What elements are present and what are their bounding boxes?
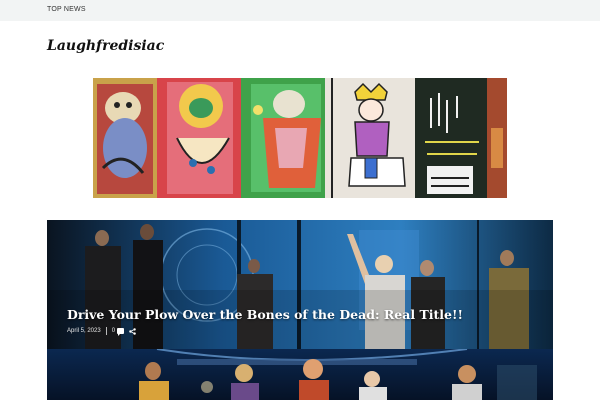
meta-divider (105, 327, 107, 335)
post-date: April 5, 2023 (67, 328, 101, 334)
site-title[interactable]: Laughfredisiac (47, 38, 164, 54)
top-bar: TOP NEWS (0, 0, 600, 21)
featured-post-card[interactable]: Drive Your Plow Over the Bones of the De… (47, 220, 553, 349)
post-meta: April 5, 2023 0 (67, 326, 136, 336)
featured-post-title[interactable]: Drive Your Plow Over the Bones of the De… (67, 307, 463, 322)
comment-icon[interactable] (117, 328, 125, 336)
graffiti-banner-image[interactable] (93, 78, 507, 198)
second-post-card[interactable] (47, 349, 553, 400)
share-icon[interactable] (129, 327, 136, 335)
comment-count[interactable]: 0 (112, 328, 115, 334)
stage-photo-second (47, 349, 553, 400)
top-news-link[interactable]: TOP NEWS (47, 6, 86, 13)
